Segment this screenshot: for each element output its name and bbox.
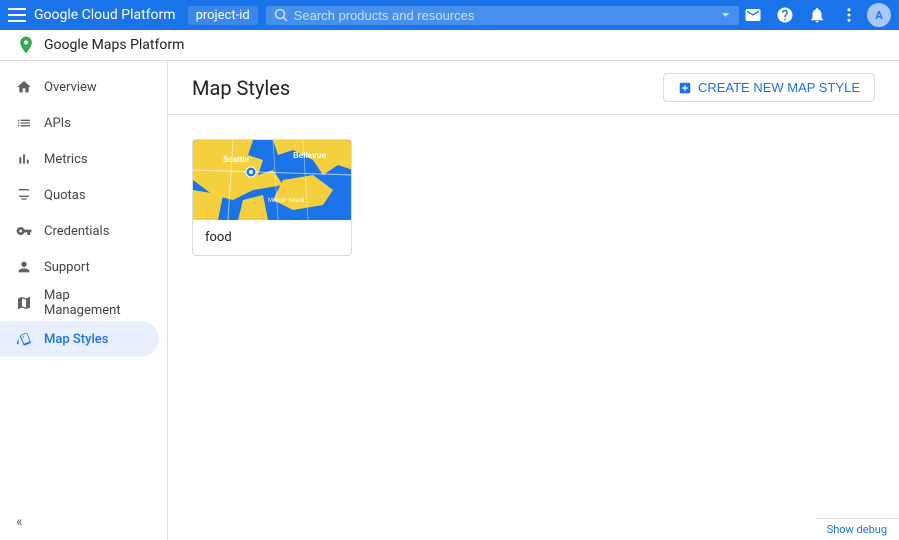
map-card-food[interactable]: Seattle Bellevue Mercer Island food	[192, 139, 352, 256]
style-icon	[16, 331, 32, 347]
top-bar-actions: A	[739, 1, 891, 29]
sidebar-item-map-management[interactable]: Map Management	[0, 285, 159, 321]
top-navigation-bar: Google Cloud Platform project-id A	[0, 0, 899, 30]
sidebar-item-apis[interactable]: APIs	[0, 105, 159, 141]
sidebar-collapse-button[interactable]: «	[0, 504, 167, 540]
sidebar-item-support[interactable]: Support	[0, 249, 159, 285]
sidebar-item-credentials[interactable]: Credentials	[0, 213, 159, 249]
sidebar-label-support: Support	[44, 260, 90, 275]
debug-bar[interactable]: Show debug	[815, 518, 899, 540]
help-icon-button[interactable]	[771, 1, 799, 29]
product-nav-bar: Google Maps Platform	[0, 30, 899, 61]
map-cards-area: Seattle Bellevue Mercer Island food	[168, 115, 899, 280]
sidebar-label-map-management: Map Management	[44, 288, 143, 318]
email-icon-button[interactable]	[739, 1, 767, 29]
svg-text:Seattle: Seattle	[223, 155, 250, 164]
main-wrapper: Overview APIs Metrics Quotas	[0, 61, 899, 540]
map-management-icon	[16, 295, 32, 311]
person-icon	[16, 259, 32, 275]
sidebar-item-metrics[interactable]: Metrics	[0, 141, 159, 177]
map-card-image: Seattle Bellevue Mercer Island	[193, 140, 352, 220]
sidebar-label-apis: APIs	[44, 116, 71, 131]
avatar[interactable]: A	[867, 3, 891, 27]
content-header: Map Styles CREATE NEW MAP STYLE	[168, 61, 899, 115]
bar-chart-icon	[16, 151, 32, 167]
more-options-icon-button[interactable]	[835, 1, 863, 29]
search-input[interactable]	[294, 8, 720, 23]
sidebar-label-map-styles: Map Styles	[44, 332, 108, 347]
map-card-label: food	[193, 220, 351, 255]
sidebar-item-overview[interactable]: Overview	[0, 69, 159, 105]
sidebar-label-overview: Overview	[44, 80, 97, 95]
sidebar-label-metrics: Metrics	[44, 152, 88, 167]
search-bar[interactable]	[266, 6, 739, 25]
sidebar: Overview APIs Metrics Quotas	[0, 61, 168, 540]
add-icon	[678, 81, 692, 95]
maps-pin-icon	[16, 35, 36, 55]
create-new-map-style-button[interactable]: CREATE NEW MAP STYLE	[663, 73, 875, 102]
sidebar-label-credentials: Credentials	[44, 224, 109, 239]
svg-text:Mercer Island: Mercer Island	[268, 198, 304, 204]
list-icon	[16, 115, 32, 131]
sidebar-item-map-styles[interactable]: Map Styles	[0, 321, 159, 357]
collapse-icon: «	[16, 514, 23, 530]
hamburger-menu-icon[interactable]	[8, 6, 26, 24]
svg-text:Bellevue: Bellevue	[293, 151, 326, 160]
notifications-icon-button[interactable]	[803, 1, 831, 29]
page-title: Map Styles	[192, 76, 647, 100]
monitor-icon	[16, 187, 32, 203]
product-title: Google Maps Platform	[44, 37, 184, 53]
sidebar-item-quotas[interactable]: Quotas	[0, 177, 159, 213]
sidebar-label-quotas: Quotas	[44, 188, 86, 203]
create-button-label: CREATE NEW MAP STYLE	[698, 80, 860, 95]
product-logo[interactable]: Google Maps Platform	[16, 35, 184, 55]
debug-label: Show debug	[827, 523, 887, 536]
key-icon	[16, 223, 32, 239]
project-selector[interactable]: project-id	[188, 6, 258, 25]
home-icon	[16, 79, 32, 95]
main-content: Map Styles CREATE NEW MAP STYLE	[168, 61, 899, 540]
platform-title: Google Cloud Platform	[34, 7, 176, 23]
